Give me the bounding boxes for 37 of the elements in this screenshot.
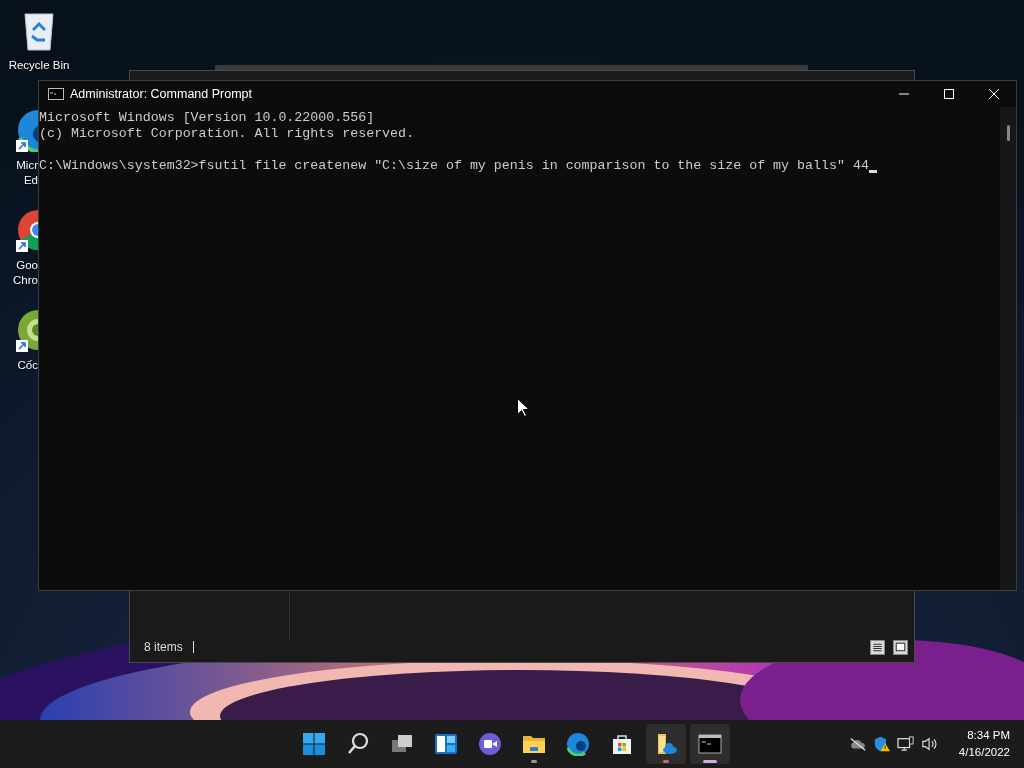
console-output: (c) Microsoft Corporation. All rights reserved. xyxy=(39,126,416,142)
desktop-icon-label[interactable]: Cốc xyxy=(17,358,38,373)
widgets-icon[interactable] xyxy=(434,732,458,756)
window-title: Administrator: Command Prompt xyxy=(70,87,252,101)
large-icons-view-icon[interactable] xyxy=(893,639,908,655)
date-text: 4/16/2022 xyxy=(958,745,1010,760)
running-indicator xyxy=(703,760,717,763)
time-text: 8:34 PM xyxy=(967,728,1010,743)
close-icon xyxy=(988,89,999,99)
scrollbar[interactable] xyxy=(1000,107,1016,590)
details-view-icon[interactable] xyxy=(870,639,885,655)
network-icon[interactable] xyxy=(896,736,915,752)
item-count: 8 items xyxy=(144,640,183,654)
maximize-icon xyxy=(943,89,954,99)
running-indicator xyxy=(663,760,669,763)
clock[interactable]: 8:34 PM 4/16/2022 xyxy=(958,727,1010,761)
shield-warning-icon[interactable] xyxy=(872,736,891,752)
command-line[interactable]: C:\Windows\system32>fsutil file createnew "C:\size of my penis in comparison to the size of my balls" 44 xyxy=(39,158,869,174)
text-cursor xyxy=(868,170,877,173)
mouse-pointer-icon xyxy=(517,398,529,417)
terminal-icon[interactable] xyxy=(698,732,722,756)
scrollbar-thumb[interactable] xyxy=(1006,125,1010,141)
speaker-icon[interactable] xyxy=(920,736,939,752)
console-output: Microsoft Windows [Version 10.0.22000.556] xyxy=(39,110,376,126)
camera-icon[interactable] xyxy=(478,732,502,756)
desktop-icon-label[interactable]: Micr Ed xyxy=(16,158,38,188)
browser-icon[interactable] xyxy=(566,732,590,756)
taskbar-app[interactable] xyxy=(646,724,686,764)
shopping-bag-icon[interactable] xyxy=(610,732,634,756)
taskbar-app[interactable] xyxy=(690,724,730,764)
running-indicator xyxy=(531,760,537,763)
desktop-icon-label[interactable]: Goo Chro xyxy=(13,258,38,288)
desktop-icon-label[interactable]: Recycle Bin xyxy=(8,58,70,73)
windows-logo-icon[interactable] xyxy=(302,732,326,756)
terminal-icon xyxy=(48,88,64,100)
cloud-off-icon[interactable] xyxy=(848,736,867,752)
search-icon[interactable] xyxy=(346,732,370,756)
